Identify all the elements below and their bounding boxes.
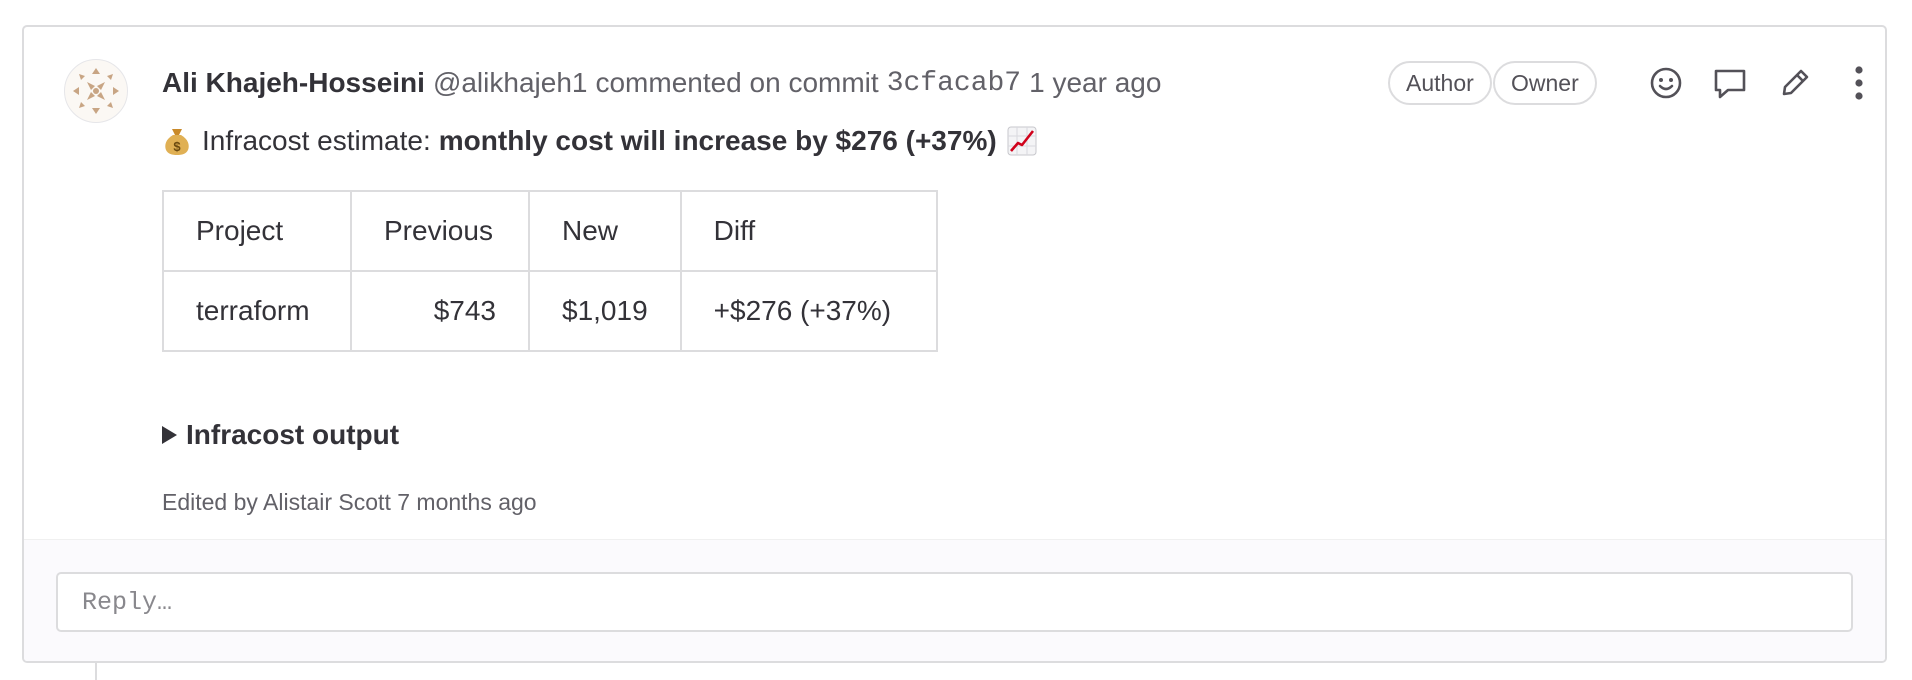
avatar[interactable] bbox=[64, 59, 128, 123]
reply-area: Reply… bbox=[24, 539, 1885, 661]
reply-to-comment-button[interactable] bbox=[1710, 63, 1750, 103]
cell-new: $1,019 bbox=[528, 270, 682, 352]
infracost-output-toggle[interactable]: Infracost output bbox=[162, 415, 399, 455]
comment-icon bbox=[1714, 69, 1746, 99]
add-reaction-button[interactable] bbox=[1646, 63, 1686, 103]
estimate-prefix: Infracost estimate: bbox=[202, 125, 431, 156]
owner-badge: Owner bbox=[1493, 61, 1597, 105]
reply-placeholder: Reply… bbox=[82, 587, 173, 617]
table-row: terraform $743 $1,019 +$276 (+37%) bbox=[162, 270, 938, 352]
chart-increasing-icon bbox=[1007, 126, 1037, 156]
more-actions-button[interactable] bbox=[1839, 63, 1879, 103]
reply-input[interactable]: Reply… bbox=[56, 572, 1853, 632]
identicon-icon bbox=[73, 68, 119, 114]
header-previous: Previous bbox=[350, 190, 530, 272]
cell-project: terraform bbox=[162, 270, 352, 352]
thread-connector-line bbox=[95, 663, 97, 680]
kebab-vertical-icon bbox=[1855, 66, 1863, 100]
smiley-icon bbox=[1650, 67, 1682, 99]
author-badge: Author bbox=[1388, 61, 1492, 105]
author-badge-label: Author bbox=[1406, 69, 1474, 96]
cell-previous: $743 bbox=[350, 270, 530, 352]
owner-badge-label: Owner bbox=[1511, 69, 1579, 96]
comment-header: Ali Khajeh-Hosseini @alikhajeh1 commente… bbox=[162, 63, 1161, 103]
money-bag-icon: $ bbox=[162, 126, 192, 156]
pencil-icon bbox=[1782, 69, 1809, 96]
table-header-row: Project Previous New Diff bbox=[162, 190, 938, 272]
comment-card: Ali Khajeh-Hosseini @alikhajeh1 commente… bbox=[22, 25, 1887, 663]
header-new: New bbox=[528, 190, 682, 272]
author-name[interactable]: Ali Khajeh-Hosseini bbox=[162, 67, 425, 99]
edited-note: Edited by Alistair Scott 7 months ago bbox=[162, 489, 537, 515]
cost-table: Project Previous New Diff terraform $743… bbox=[162, 190, 938, 352]
details-summary-label: Infracost output bbox=[186, 419, 400, 450]
estimate-bold-text: monthly cost will increase by $276 (+37%… bbox=[438, 125, 997, 156]
edit-comment-button[interactable] bbox=[1775, 63, 1815, 103]
author-handle[interactable]: @alikhajeh1 bbox=[433, 67, 588, 99]
action-text: commented on commit bbox=[595, 67, 879, 98]
timestamp[interactable]: 1 year ago bbox=[1029, 67, 1161, 99]
header-diff: Diff bbox=[679, 190, 938, 272]
commit-sha-link[interactable]: 3cfacab7 bbox=[887, 68, 1021, 99]
header-project: Project bbox=[162, 190, 352, 272]
disclosure-triangle-icon bbox=[162, 426, 177, 444]
svg-text:$: $ bbox=[173, 139, 181, 154]
estimate-summary: $ Infracost estimate: monthly cost will … bbox=[162, 119, 1037, 163]
cell-diff: +$276 (+37%) bbox=[679, 270, 938, 352]
